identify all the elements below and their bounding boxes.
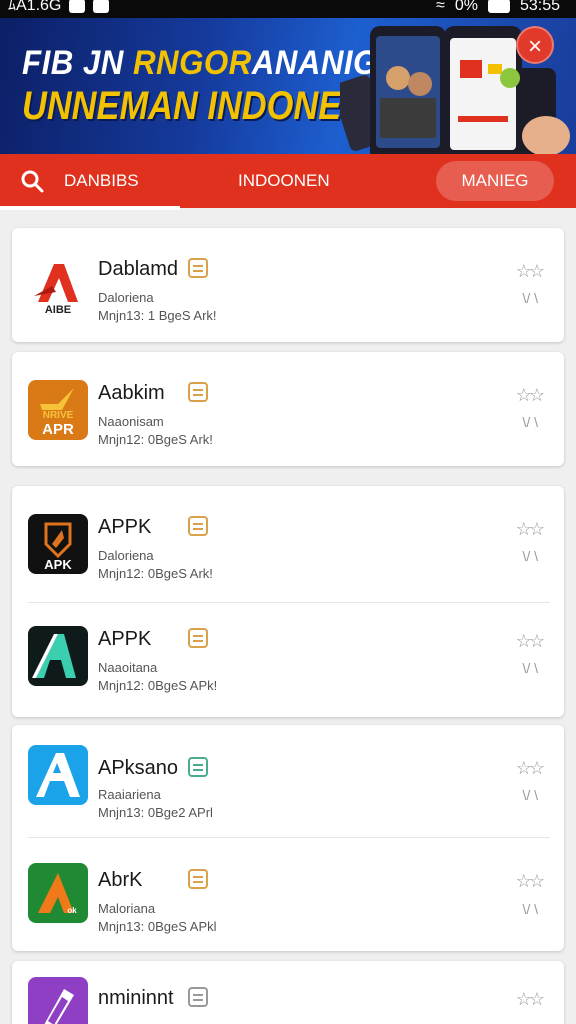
active-tab-indicator <box>0 206 180 210</box>
divider <box>28 602 550 603</box>
wifi-icon: ≈ <box>436 0 445 14</box>
app-name: APPK <box>98 516 152 538</box>
app-developer: Daloriena <box>98 290 154 305</box>
promo-banner[interactable]: FIB JN RNGORANANIGN UNNEMAN INDONESIA × <box>0 18 576 154</box>
tab-bar: DANBIBS INDOONEN MANIEG <box>0 154 576 208</box>
app-developer: Naaonisam <box>98 414 164 429</box>
app-developer: Maloriana <box>98 901 156 916</box>
app-developer: Naaoitana <box>98 660 158 675</box>
list-item[interactable]: NRIVE APR Aabkim Naaonisam Mnjn12: 0BgeS… <box>12 352 564 466</box>
app-card: APksano Raaiariena Mnjn13: 0Bge2 APrl ☆☆… <box>12 725 564 951</box>
app-meta: Mnjn12: 0BgeS APk! <box>98 678 218 693</box>
app-card: NRIVE APR Aabkim Naaonisam Mnjn12: 0BgeS… <box>12 352 564 466</box>
status-bar: ﾑA1.6G ≈ 0% 53:55 <box>0 0 576 18</box>
chevron-down-icon[interactable]: \/ \ <box>522 414 538 430</box>
star-icon[interactable]: ☆☆ <box>516 871 545 892</box>
tab-dashboard[interactable]: DANBIBS <box>20 154 180 208</box>
signal-text: ﾑA1.6G <box>8 0 62 14</box>
notification-icon <box>69 0 86 13</box>
document-icon[interactable] <box>188 869 208 889</box>
app-name: APPK <box>98 628 152 650</box>
app-developer: Raaiariena <box>98 787 161 802</box>
svg-text:APR: APR <box>42 421 74 438</box>
app-name: AbrK <box>98 869 143 891</box>
list-item[interactable]: nmininnt ☆☆ <box>12 961 564 1024</box>
tab-dashboard-label: DANBIBS <box>64 171 139 190</box>
app-meta: Mnjn13: 0BgeS APkl <box>98 919 217 934</box>
divider <box>28 837 550 838</box>
close-banner-button[interactable]: × <box>516 26 554 64</box>
app-icon-abrk: ok <box>28 863 88 923</box>
app-name: APksano <box>98 757 179 779</box>
list-item[interactable]: APPK Naaoitana Mnjn12: 0BgeS APk! ☆☆ \/ … <box>12 602 564 716</box>
app-icon-aabkim: NRIVE APR <box>28 380 88 440</box>
star-icon[interactable]: ☆☆ <box>516 631 545 652</box>
svg-text:APK: APK <box>44 557 72 572</box>
chevron-down-icon[interactable]: \/ \ <box>522 548 538 564</box>
svg-text:AIBE: AIBE <box>45 304 71 316</box>
document-icon[interactable] <box>188 516 208 536</box>
document-icon[interactable] <box>188 757 208 777</box>
app-card: AIBE Dablamd Daloriena Mnjn13: 1 BgeS Ar… <box>12 228 564 342</box>
app-developer: Daloriena <box>98 548 154 563</box>
app-icon-apksano <box>28 745 88 805</box>
star-icon[interactable]: ☆☆ <box>516 261 545 282</box>
document-icon[interactable] <box>188 628 208 648</box>
document-icon[interactable] <box>188 258 208 278</box>
app-icon-appk: APK <box>28 514 88 574</box>
clock: 53:55 <box>519 0 560 14</box>
app-icon-dablamd: AIBE <box>28 256 88 316</box>
chevron-down-icon[interactable]: \/ \ <box>522 660 538 676</box>
app-meta: Mnjn12: 0BgeS Ark! <box>98 432 213 447</box>
app-icon-mininnt <box>28 977 88 1024</box>
app-card: nmininnt ☆☆ <box>12 961 564 1024</box>
star-icon[interactable]: ☆☆ <box>516 758 545 779</box>
app-card: APK APPK Daloriena Mnjn12: 0BgeS Ark! ☆☆… <box>12 486 564 717</box>
document-icon[interactable] <box>188 987 208 1007</box>
svg-text:NRIVE: NRIVE <box>43 410 74 421</box>
star-icon[interactable]: ☆☆ <box>516 385 545 406</box>
list-item[interactable]: AIBE Dablamd Daloriena Mnjn13: 1 BgeS Ar… <box>12 228 564 342</box>
message-icon <box>93 0 110 13</box>
chevron-down-icon[interactable]: \/ \ <box>522 290 538 306</box>
app-meta: Mnjn13: 1 BgeS Ark! <box>98 308 217 323</box>
tab-manage[interactable]: MANIEG <box>436 161 554 201</box>
tab-indonesia[interactable]: INDOONEN <box>238 154 358 208</box>
svg-text:ok: ok <box>67 906 77 915</box>
search-icon[interactable] <box>20 169 44 193</box>
chevron-down-icon[interactable]: \/ \ <box>522 901 538 917</box>
list-item[interactable]: APK APPK Daloriena Mnjn12: 0BgeS Ark! ☆☆… <box>12 486 564 600</box>
app-name: Aabkim <box>98 382 165 404</box>
battery-text: 0% <box>454 0 478 14</box>
star-icon[interactable]: ☆☆ <box>516 989 545 1010</box>
list-item[interactable]: ok AbrK Maloriana Mnjn13: 0BgeS APkl ☆☆ … <box>12 837 564 951</box>
app-icon-appk-teal <box>28 626 88 686</box>
chevron-down-icon[interactable]: \/ \ <box>522 787 538 803</box>
list-item[interactable]: APksano Raaiariena Mnjn13: 0Bge2 APrl ☆☆… <box>12 725 564 839</box>
app-name: nmininnt <box>98 987 174 1009</box>
star-icon[interactable]: ☆☆ <box>516 519 545 540</box>
battery-icon <box>487 0 510 13</box>
app-name: Dablamd <box>98 258 179 280</box>
app-meta: Mnjn12: 0BgeS Ark! <box>98 566 213 581</box>
app-meta: Mnjn13: 0Bge2 APrl <box>98 805 213 820</box>
document-icon[interactable] <box>188 382 208 402</box>
